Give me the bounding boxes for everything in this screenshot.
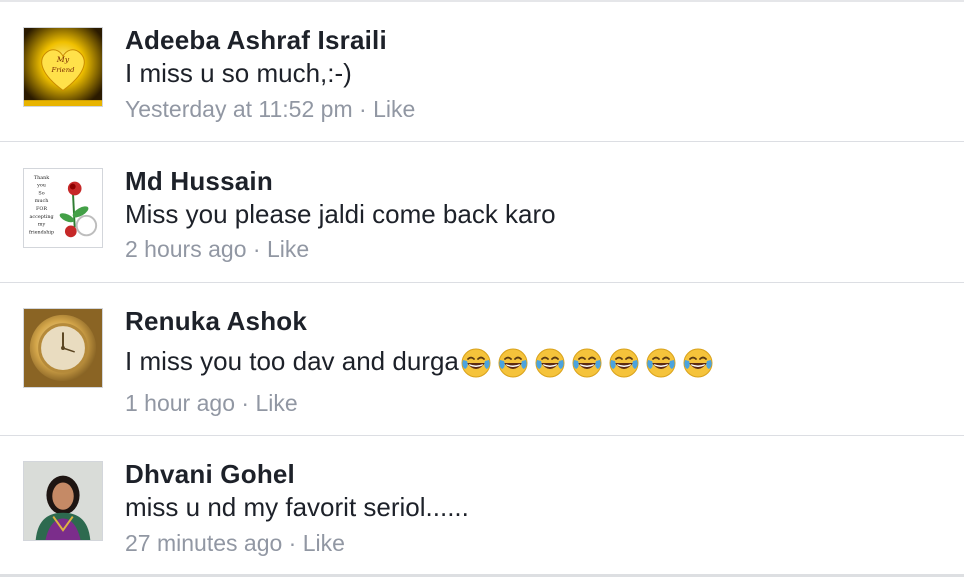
comment-text: I miss you too dav and durga (125, 346, 714, 379)
avatar-text-6: accepting (30, 214, 54, 220)
avatar-text-8: friendship (29, 229, 54, 235)
tears-of-joy-emoji (572, 348, 602, 378)
separator: · (288, 530, 297, 556)
avatar-text-2: Friend (51, 66, 76, 74)
comment-item: Renuka Ashok I miss you too dav and durg… (0, 283, 964, 435)
avatar-text-1: My (56, 55, 70, 64)
avatar-my-friend-heart: My Friend (24, 28, 102, 106)
tears-of-joy-emoji (498, 348, 528, 378)
separator: · (252, 236, 261, 262)
tears-of-joy-emoji (646, 348, 676, 378)
commenter-name[interactable]: Adeeba Ashraf Israili (125, 25, 387, 56)
tears-of-joy-emoji (609, 348, 639, 378)
avatar-text-1: Thank (34, 175, 49, 181)
tears-of-joy-emoji (683, 348, 713, 378)
comment-item: My Friend Adeeba Ashraf Israili I miss u… (0, 0, 964, 142)
timestamp[interactable]: Yesterday at 11:52 pm (125, 96, 353, 122)
tears-of-joy-emoji (461, 348, 491, 378)
avatar[interactable] (23, 308, 103, 388)
avatar-text-7: my (38, 222, 46, 228)
emoji-row (460, 347, 714, 379)
comment-meta: 1 hour ago · Like (125, 390, 298, 417)
avatar-thank-you-rose: Thank you So much FOR accepting my frien… (24, 169, 102, 247)
comment-text: Miss you please jaldi come back karo (125, 199, 556, 229)
avatar[interactable]: My Friend (23, 27, 103, 107)
like-link[interactable]: Like (303, 530, 345, 556)
separator: · (359, 96, 367, 122)
comment-text: I miss u so much,:-) (125, 58, 352, 88)
avatar-text-2: you (36, 183, 46, 189)
timestamp[interactable]: 27 minutes ago (125, 530, 282, 556)
commenter-name[interactable]: Dhvani Gohel (125, 459, 295, 490)
comment-meta: Yesterday at 11:52 pm · Like (125, 96, 415, 123)
commenter-name[interactable]: Renuka Ashok (125, 306, 307, 337)
bottom-divider (0, 574, 964, 577)
separator: · (241, 390, 250, 416)
avatar-text-5: FOR (36, 206, 47, 212)
timestamp[interactable]: 2 hours ago (125, 236, 246, 262)
avatar[interactable]: Thank you So much FOR accepting my frien… (23, 168, 103, 248)
avatar-woman-photo (24, 462, 102, 540)
tears-of-joy-emoji (535, 348, 565, 378)
like-link[interactable]: Like (373, 96, 415, 122)
comment-item: Thank you So much FOR accepting my frien… (0, 142, 964, 282)
comment-meta: 27 minutes ago · Like (125, 530, 345, 557)
avatar-text-3: So (38, 190, 44, 196)
comment-item: Dhvani Gohel miss u nd my favorit seriol… (0, 436, 964, 574)
avatar-text-4: much (35, 198, 49, 204)
like-link[interactable]: Like (267, 236, 309, 262)
comment-meta: 2 hours ago · Like (125, 236, 309, 263)
avatar[interactable] (23, 461, 103, 541)
avatar-gold-watch (24, 309, 102, 387)
comment-text-body: I miss you too dav and durga (125, 346, 459, 376)
like-link[interactable]: Like (255, 390, 297, 416)
comment-text: miss u nd my favorit seriol...... (125, 492, 469, 522)
commenter-name[interactable]: Md Hussain (125, 166, 273, 197)
timestamp[interactable]: 1 hour ago (125, 390, 235, 416)
